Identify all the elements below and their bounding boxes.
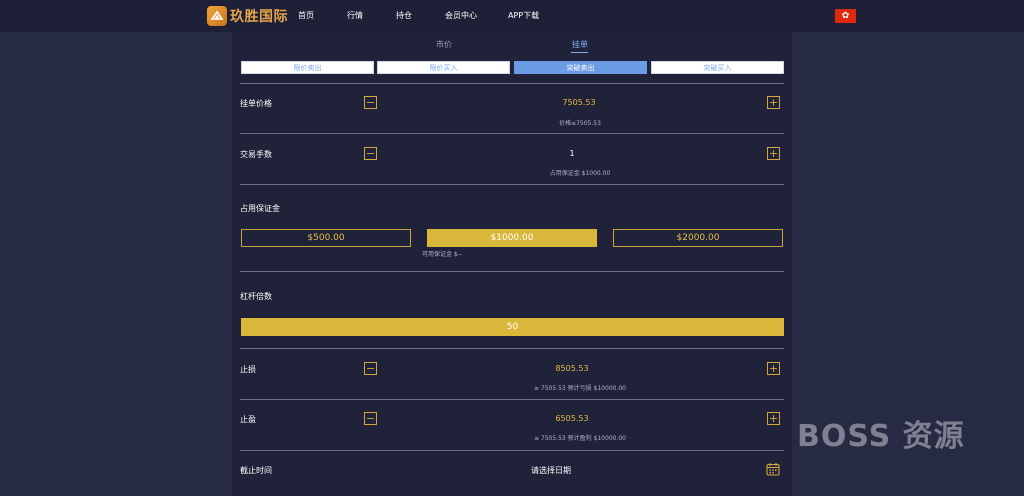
nav-item-market[interactable]: 行情 bbox=[347, 10, 363, 21]
order-price-label: 挂单价格 bbox=[240, 99, 272, 108]
trade-lots-value[interactable]: 1 bbox=[472, 149, 672, 158]
expiry-label: 截止时间 bbox=[240, 466, 272, 475]
flag-flower-icon: ✿ bbox=[841, 10, 850, 21]
margin-label: 占用保证金 bbox=[240, 204, 280, 213]
trade-lots-label: 交易手数 bbox=[240, 150, 272, 159]
active-tab-indicator bbox=[571, 52, 588, 53]
divider bbox=[240, 348, 784, 349]
calendar-icon[interactable] bbox=[766, 462, 780, 476]
expiry-date-picker[interactable]: 请选择日期 bbox=[531, 465, 571, 476]
divider bbox=[240, 184, 784, 185]
watermark-logo: BOSS 资源 bbox=[797, 419, 965, 454]
hong-kong-flag-icon[interactable]: ✿ bbox=[835, 9, 856, 23]
trade-lots-decrease-button[interactable]: − bbox=[364, 147, 377, 160]
top-nav: 玖胜国际 首页 行情 持仓 会员中心 APP下载 ✿ bbox=[0, 0, 1024, 32]
order-price-hint: 价格≤7505.53 bbox=[559, 120, 601, 127]
stop-loss-increase-button[interactable]: + bbox=[767, 362, 780, 375]
tab-pending-order[interactable]: 挂单 bbox=[572, 39, 588, 50]
margin-option-500[interactable]: $500.00 bbox=[241, 229, 411, 247]
margin-option-1000[interactable]: $1000.00 bbox=[427, 229, 597, 247]
plus-icon: + bbox=[768, 412, 779, 425]
plus-icon: + bbox=[768, 362, 779, 375]
limit-sell-button[interactable]: 限价卖出 bbox=[241, 61, 374, 74]
divider bbox=[240, 450, 784, 451]
logo-icon bbox=[207, 6, 227, 26]
plus-icon: + bbox=[768, 147, 779, 160]
available-margin-hint: 可用保证金 $-- bbox=[422, 251, 463, 258]
leverage-label: 杠杆倍数 bbox=[240, 292, 272, 301]
stop-loss-hint: ≥ 7505.53 预计亏损 $10000.00 bbox=[533, 385, 626, 392]
breakout-sell-button[interactable]: 突破卖出 bbox=[514, 61, 647, 74]
take-profit-label: 止盈 bbox=[240, 415, 256, 424]
logo-text: 玖胜国际 bbox=[230, 9, 288, 25]
stop-loss-decrease-button[interactable]: − bbox=[364, 362, 377, 375]
divider bbox=[240, 271, 784, 272]
margin-option-2000[interactable]: $2000.00 bbox=[613, 229, 783, 247]
divider bbox=[240, 83, 784, 84]
trade-lots-hint: 占用保证金 $1000.00 bbox=[549, 170, 611, 177]
nav-item-member-center[interactable]: 会员中心 bbox=[445, 10, 477, 21]
minus-icon: − bbox=[365, 412, 376, 425]
plus-icon: + bbox=[768, 96, 779, 109]
nav-item-positions[interactable]: 持仓 bbox=[396, 10, 412, 21]
leverage-value-button[interactable]: 50 bbox=[241, 318, 784, 336]
divider bbox=[240, 399, 784, 400]
stop-loss-value[interactable]: 8505.53 bbox=[472, 364, 672, 373]
order-price-increase-button[interactable]: + bbox=[767, 96, 780, 109]
take-profit-decrease-button[interactable]: − bbox=[364, 412, 377, 425]
trade-lots-increase-button[interactable]: + bbox=[767, 147, 780, 160]
minus-icon: − bbox=[365, 96, 376, 109]
take-profit-increase-button[interactable]: + bbox=[767, 412, 780, 425]
tab-market-price[interactable]: 市价 bbox=[436, 39, 452, 50]
breakout-buy-button[interactable]: 突破买入 bbox=[651, 61, 784, 74]
stop-loss-label: 止损 bbox=[240, 365, 256, 374]
limit-buy-button[interactable]: 限价买入 bbox=[377, 61, 510, 74]
take-profit-hint: ≤ 7505.53 预计盈利 $10000.00 bbox=[533, 435, 626, 442]
nav-item-home[interactable]: 首页 bbox=[298, 10, 314, 21]
order-price-value[interactable]: 7505.53 bbox=[479, 98, 679, 107]
nav-item-app-download[interactable]: APP下载 bbox=[508, 10, 539, 21]
minus-icon: − bbox=[365, 362, 376, 375]
divider bbox=[240, 133, 784, 134]
minus-icon: − bbox=[365, 147, 376, 160]
order-price-decrease-button[interactable]: − bbox=[364, 96, 377, 109]
take-profit-value[interactable]: 6505.53 bbox=[472, 414, 672, 423]
logo[interactable]: 玖胜国际 bbox=[207, 6, 288, 26]
